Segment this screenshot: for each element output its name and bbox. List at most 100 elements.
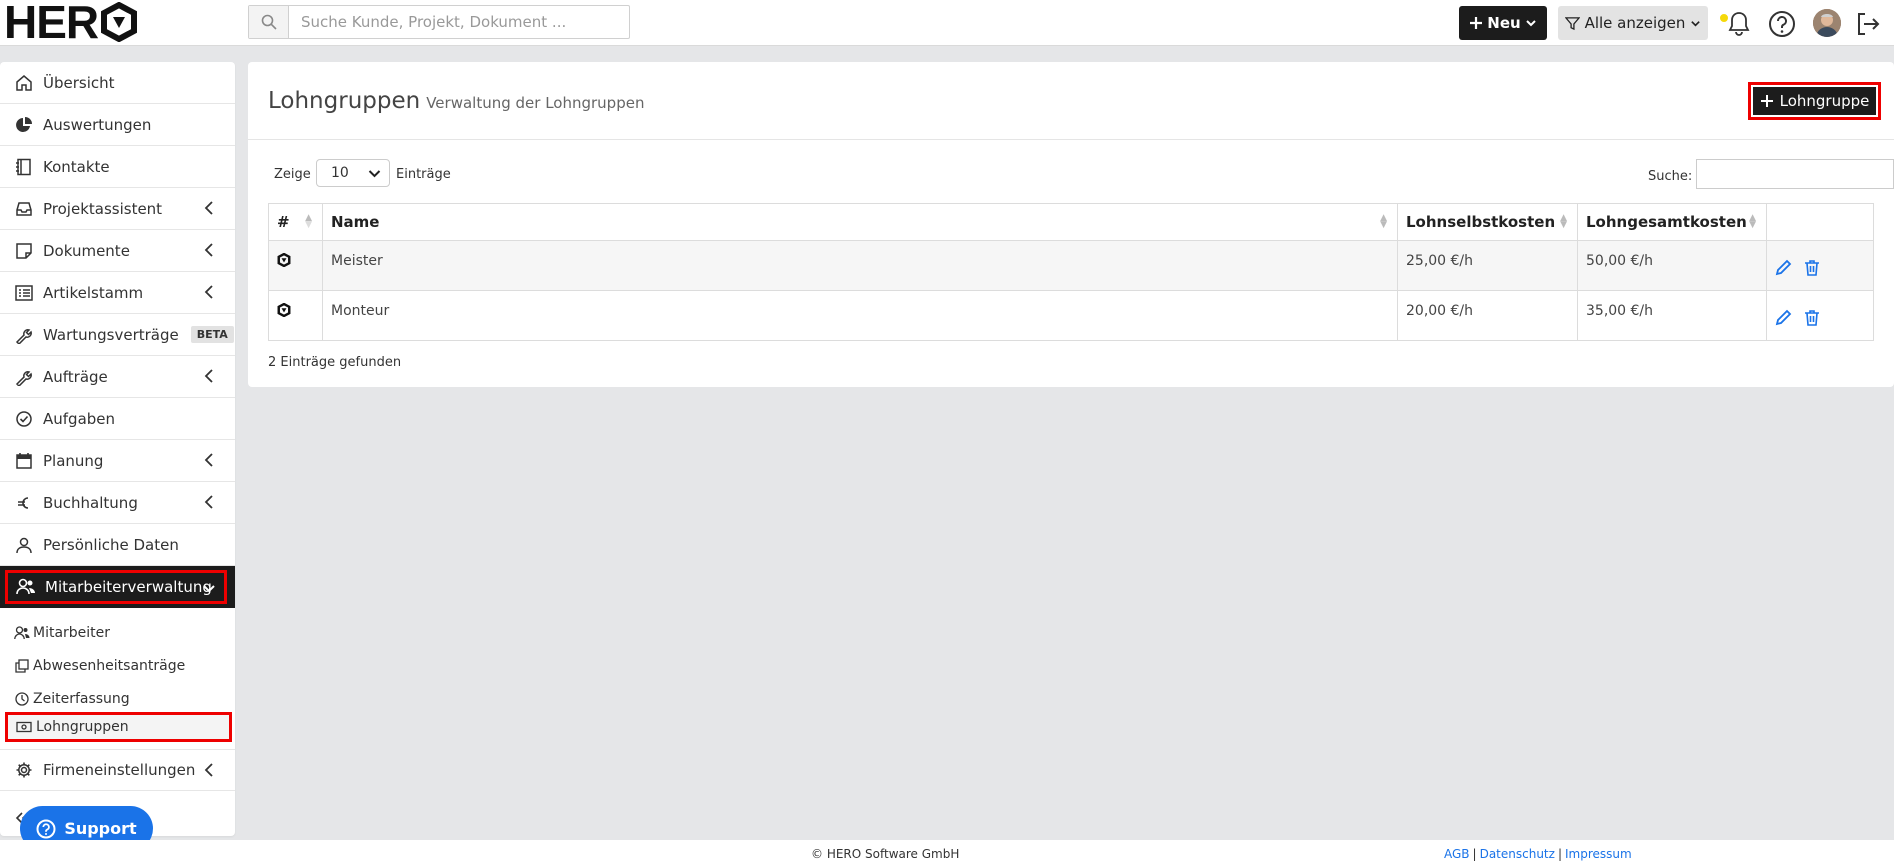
add-lohngruppe-highlight: Lohngruppe	[1748, 82, 1881, 120]
cell-lohnselbstkosten: 20,00 €/h	[1397, 290, 1578, 341]
sidebar-item-label: Auswertungen	[43, 115, 152, 134]
entries-per-page-select[interactable]: 10	[316, 159, 390, 187]
trash-icon[interactable]	[1804, 259, 1820, 276]
column-header-label: Lohnselbstkosten	[1406, 213, 1556, 231]
row-icon-cell	[268, 290, 323, 341]
sidebar-item-mitarbeiterverwaltung[interactable]: Mitarbeiterverwaltung	[0, 566, 235, 608]
column-header-lohnselbstkosten[interactable]: Lohnselbstkosten ▲ ▼	[1397, 203, 1578, 241]
chevron-left-icon	[204, 201, 213, 215]
sidebar-subitem-label: Zeiterfassung	[33, 690, 130, 707]
footer-links: AGB | Datenschutz | Impressum	[1444, 847, 1632, 861]
sidebar-subitem-mitarbeiter[interactable]: Mitarbeiter	[0, 616, 235, 649]
global-search	[248, 5, 630, 39]
logo-text: HER	[4, 0, 99, 48]
sidebar-item-persoenliche-daten[interactable]: Persönliche Daten	[0, 524, 235, 566]
table-search-label: Suche:	[1648, 169, 1693, 184]
chevron-left-icon	[204, 285, 213, 299]
sidebar-item-label: Projektassistent	[43, 199, 163, 218]
chevron-left-icon	[204, 763, 213, 777]
column-header-label: #	[277, 213, 290, 231]
row-icon-cell	[268, 240, 323, 291]
gear-icon	[14, 760, 34, 780]
address-book-icon	[14, 157, 34, 177]
user-avatar[interactable]	[1813, 9, 1841, 37]
logout-icon[interactable]	[1852, 8, 1884, 40]
column-header-id[interactable]: # ▲ ▼	[268, 203, 323, 241]
length-label-after: Einträge	[396, 167, 451, 182]
active-highlight: Mitarbeiterverwaltung	[5, 570, 227, 604]
page-title: Lohngruppen Verwaltung der Lohngruppen	[268, 88, 644, 114]
footer-copyright: © HERO Software GmbH	[811, 847, 960, 861]
add-button-label: Lohngruppe	[1779, 92, 1870, 110]
entries-per-page-value: 10	[331, 165, 349, 181]
filter-icon	[1564, 16, 1580, 30]
list-icon	[14, 283, 34, 303]
chevron-left-icon	[204, 369, 213, 383]
sidebar-item-dokumente[interactable]: Dokumente	[0, 230, 235, 272]
users-icon	[16, 578, 35, 595]
home-icon	[14, 73, 34, 93]
logo-hexagon-icon	[101, 2, 138, 42]
chevron-down-icon	[203, 585, 215, 593]
lohngruppen-table: # ▲ ▼ Name ▲ ▼ Lohnselbstkosten ▲ ▼ Lohngesamt…	[268, 203, 1874, 341]
plus-icon	[1470, 17, 1483, 29]
column-header-label: Lohngesamtkosten	[1586, 213, 1747, 231]
sidebar-item-buchhaltung[interactable]: Buchhaltung	[0, 482, 235, 524]
calendar-icon	[14, 451, 34, 471]
search-input[interactable]	[289, 7, 629, 37]
bell-icon[interactable]	[1723, 8, 1755, 40]
money-bill-icon	[16, 721, 32, 733]
hero-logo[interactable]: HER	[4, 0, 139, 48]
sticky-note-icon	[14, 241, 34, 261]
sidebar-item-uebersicht[interactable]: Übersicht	[0, 62, 235, 104]
sidebar-item-label: Mitarbeiterverwaltung	[45, 578, 212, 596]
sidebar-item-wartungsvertraege[interactable]: Wartungsverträge BETA	[0, 314, 235, 356]
main-card: Lohngruppen Verwaltung der Lohngruppen Lo…	[248, 62, 1894, 387]
cell-lohnselbstkosten: 25,00 €/h	[1397, 240, 1578, 291]
footer-link-datenschutz[interactable]: Datenschutz	[1480, 847, 1555, 861]
filter-button-label: Alle anzeigen	[1584, 14, 1686, 32]
column-header-lohngesamtkosten[interactable]: Lohngesamtkosten ▲ ▼	[1577, 203, 1767, 241]
wrench-icon	[14, 367, 34, 387]
sidebar-subitem-abwesenheitsantraege[interactable]: Abwesenheitsanträge	[0, 649, 235, 682]
sidebar-subitem-lohngruppen[interactable]: Lohngruppen	[5, 712, 232, 742]
table-row: Monteur 20,00 €/h 35,00 €/h	[268, 290, 1874, 341]
help-icon[interactable]	[1766, 8, 1798, 40]
trash-icon[interactable]	[1804, 309, 1820, 326]
chevron-left-icon	[204, 495, 213, 509]
table-controls: Zeige 10 Einträge Suche:	[268, 159, 1894, 191]
footer-link-agb[interactable]: AGB	[1444, 847, 1470, 861]
sidebar-item-label: Aufgaben	[43, 409, 116, 428]
edit-pencil-icon[interactable]	[1775, 259, 1792, 276]
beta-badge: BETA	[190, 326, 234, 343]
search-icon[interactable]	[249, 6, 289, 38]
sidebar-item-label: Firmeneinstellungen	[43, 761, 196, 779]
edit-pencil-icon[interactable]	[1775, 309, 1792, 326]
sidebar-item-planung[interactable]: Planung	[0, 440, 235, 482]
sidebar-item-auswertungen[interactable]: Auswertungen	[0, 104, 235, 146]
sidebar-subitem-zeiterfassung[interactable]: Zeiterfassung	[0, 682, 235, 715]
hero-hexagon-icon	[277, 252, 291, 268]
sidebar-item-label: Kontakte	[43, 157, 110, 176]
sidebar-item-label: Übersicht	[43, 73, 115, 92]
new-button[interactable]: Neu	[1459, 6, 1547, 40]
cell-lohngesamtkosten: 35,00 €/h	[1577, 290, 1767, 341]
sidebar-item-label: Artikelstamm	[43, 283, 144, 302]
sidebar-item-projektassistent[interactable]: Projektassistent	[0, 188, 235, 230]
footer-link-impressum[interactable]: Impressum	[1565, 847, 1632, 861]
sidebar-item-kontakte[interactable]: Kontakte	[0, 146, 235, 188]
column-header-name[interactable]: Name ▲ ▼	[322, 203, 1398, 241]
chevron-down-icon	[1525, 20, 1536, 27]
column-header-actions	[1766, 203, 1874, 241]
sidebar-item-firmeneinstellungen[interactable]: Firmeneinstellungen	[0, 749, 235, 791]
length-label: Zeige	[274, 167, 311, 182]
table-search-input[interactable]	[1696, 159, 1894, 189]
cell-lohngesamtkosten: 50,00 €/h	[1577, 240, 1767, 291]
sidebar-item-aufgaben[interactable]: Aufgaben	[0, 398, 235, 440]
sidebar-item-auftraege[interactable]: Aufträge	[0, 356, 235, 398]
add-lohngruppe-button[interactable]: Lohngruppe	[1753, 87, 1876, 115]
check-circle-icon	[14, 409, 34, 429]
filter-button[interactable]: Alle anzeigen	[1558, 6, 1708, 40]
sidebar-item-artikelstamm[interactable]: Artikelstamm	[0, 272, 235, 314]
euro-icon	[14, 493, 34, 513]
